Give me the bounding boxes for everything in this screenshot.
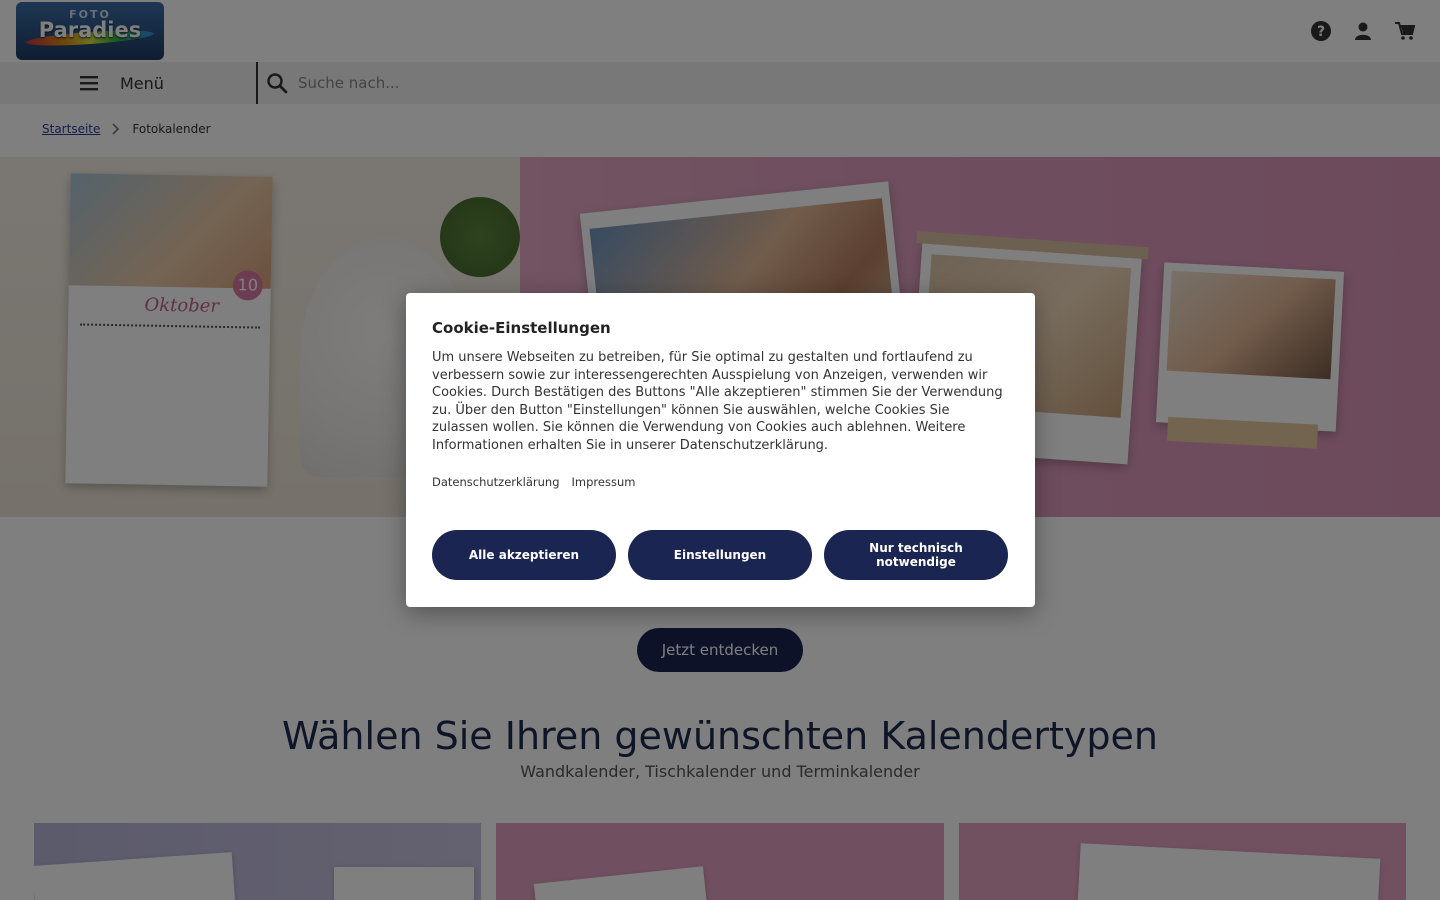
cookie-title: Cookie-Einstellungen [432, 319, 611, 337]
imprint-link[interactable]: Impressum [572, 475, 636, 489]
cookie-text: Um unsere Webseiten zu betreiben, für Si… [432, 350, 1003, 453]
accept-all-button[interactable]: Alle akzeptieren [432, 530, 616, 580]
privacy-link[interactable]: Datenschutzerklärung [432, 475, 560, 489]
settings-button[interactable]: Einstellungen [628, 530, 812, 580]
cookie-dialog: Cookie-Einstellungen Um unsere Webseiten… [406, 293, 1035, 607]
necessary-only-button[interactable]: Nur technisch notwendige [824, 530, 1008, 580]
